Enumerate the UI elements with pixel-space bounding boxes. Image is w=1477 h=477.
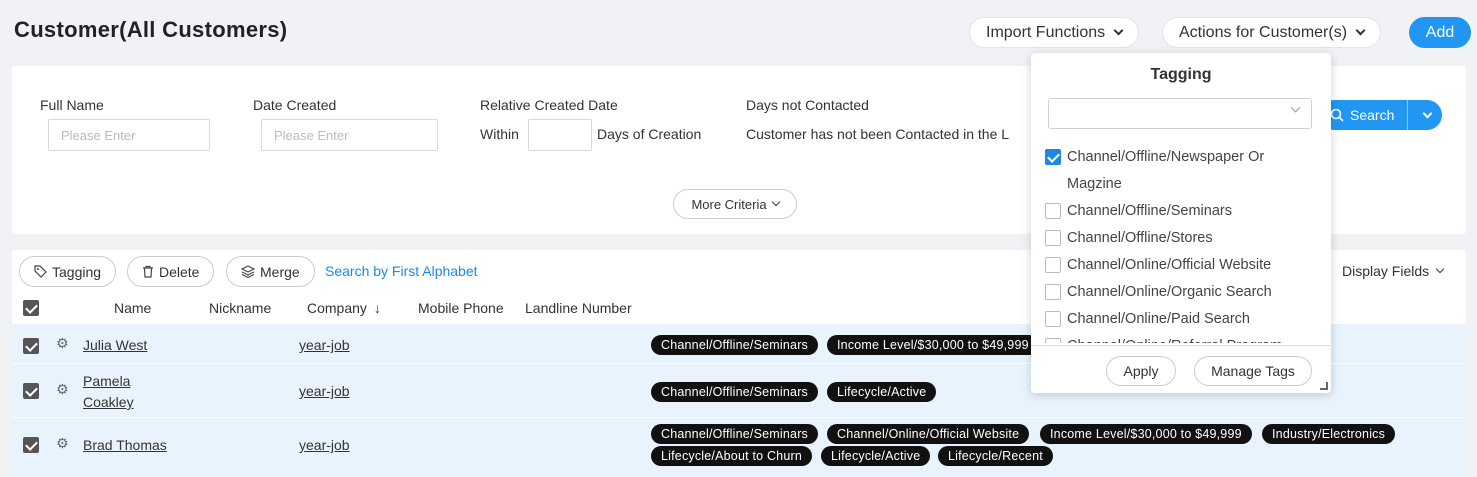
customer-name-link[interactable]: Julia West xyxy=(83,337,147,353)
chevron-down-icon xyxy=(1422,108,1432,118)
company-link[interactable]: year-job xyxy=(299,383,350,399)
tagging-label: Tagging xyxy=(52,263,102,280)
tagging-button[interactable]: Tagging xyxy=(19,256,117,287)
manage-tags-button[interactable]: Manage Tags xyxy=(1194,356,1312,386)
tag-option-checkbox[interactable] xyxy=(1045,284,1061,300)
tag-option-checkbox[interactable] xyxy=(1045,149,1061,165)
within-label: Within xyxy=(480,126,519,142)
search-by-first-alphabet-link[interactable]: Search by First Alphabet xyxy=(325,263,478,279)
tag-badge: Lifecycle/About to Churn xyxy=(651,446,812,466)
tag-option-checkbox[interactable] xyxy=(1045,203,1061,219)
row-checkbox[interactable] xyxy=(23,338,39,354)
relative-created-date-label: Relative Created Date xyxy=(480,97,618,113)
tag-option-label[interactable]: Channel/Offline/Newspaper Or xyxy=(1067,144,1264,171)
column-header-landline-number[interactable]: Landline Number xyxy=(525,300,632,316)
tag-badge: Income Level/$30,000 to $49,999 xyxy=(827,335,1039,355)
actions-for-customers-button[interactable]: Actions for Customer(s) xyxy=(1162,17,1382,48)
search-button[interactable]: Search xyxy=(1320,100,1442,130)
import-functions-button[interactable]: Import Functions xyxy=(969,17,1140,48)
trash-icon xyxy=(143,265,153,278)
gear-icon[interactable]: ⚙ xyxy=(56,435,69,452)
column-header-mobile-phone[interactable]: Mobile Phone xyxy=(418,300,504,316)
tag-options-list[interactable]: Channel/Offline/Newspaper Or Magzine Cha… xyxy=(1031,143,1331,343)
search-dropdown-toggle[interactable] xyxy=(1408,108,1442,118)
tag-option-label[interactable]: Channel/Online/Referral Program xyxy=(1067,333,1282,343)
page-title: Customer(All Customers) xyxy=(14,17,288,42)
tag-badge: Channel/Offline/Seminars xyxy=(651,335,819,355)
tag-option-label-continued[interactable]: Magzine xyxy=(1067,171,1122,198)
merge-button[interactable]: Merge xyxy=(226,256,315,287)
customer-name-link-continued[interactable]: Coakley xyxy=(83,394,134,410)
days-of-creation-label: Days of Creation xyxy=(597,126,702,142)
tag-badge: Channel/Online/Official Website xyxy=(827,424,1030,444)
merge-label: Merge xyxy=(260,263,300,280)
row-checkbox[interactable] xyxy=(23,383,39,399)
layers-icon xyxy=(241,265,255,278)
days-not-contacted-label: Days not Contacted xyxy=(746,97,869,113)
company-link[interactable]: year-job xyxy=(299,337,350,353)
column-header-nickname[interactable]: Nickname xyxy=(209,300,271,316)
full-name-label: Full Name xyxy=(40,97,104,113)
actions-for-customers-label: Actions for Customer(s) xyxy=(1179,23,1348,41)
tag-badge: Channel/Offline/Seminars xyxy=(651,424,819,444)
tag-badge: Lifecycle/Active xyxy=(827,382,937,402)
tagging-popover: Tagging Channel/Offline/Newspaper Or Mag… xyxy=(1031,53,1331,393)
chevron-down-icon xyxy=(771,197,780,207)
apply-button[interactable]: Apply xyxy=(1106,356,1176,386)
column-header-company[interactable]: Company xyxy=(307,300,367,316)
add-button[interactable]: Add xyxy=(1409,17,1471,48)
tag-option-checkbox[interactable] xyxy=(1045,338,1061,343)
more-criteria-label: More Criteria xyxy=(691,196,767,212)
search-label: Search xyxy=(1350,107,1395,123)
tagging-popover-footer: Apply Manage Tags xyxy=(1031,345,1331,393)
tagging-popover-title: Tagging xyxy=(1150,66,1212,83)
tag-badge: Channel/Offline/Seminars xyxy=(651,382,819,402)
tag-option-checkbox[interactable] xyxy=(1045,311,1061,327)
chevron-down-icon xyxy=(1355,25,1366,36)
chevron-down-icon xyxy=(1113,25,1124,36)
tag-option-checkbox[interactable] xyxy=(1045,257,1061,273)
full-name-input[interactable]: Please Enter xyxy=(48,119,210,151)
sort-arrow-icon[interactable]: ↓ xyxy=(374,300,381,316)
chevron-down-icon xyxy=(1290,102,1301,113)
tag-search-select[interactable] xyxy=(1048,98,1312,129)
company-link[interactable]: year-job xyxy=(299,437,350,453)
search-icon xyxy=(1330,108,1344,122)
import-functions-label: Import Functions xyxy=(986,23,1106,41)
customer-name-link[interactable]: Brad Thomas xyxy=(83,437,167,453)
more-criteria-button[interactable]: More Criteria xyxy=(673,189,797,219)
row-divider xyxy=(12,417,1466,418)
not-contacted-text: Customer has not been Contacted in the L xyxy=(746,126,1010,142)
tag-option-label[interactable]: Channel/Online/Official Website xyxy=(1067,252,1271,279)
within-days-input[interactable] xyxy=(528,119,592,151)
gear-icon[interactable]: ⚙ xyxy=(56,381,69,398)
customer-name-link[interactable]: Pamela xyxy=(83,373,130,389)
tag-option-label[interactable]: Channel/Online/Paid Search xyxy=(1067,306,1250,333)
tag-badge: Lifecycle/Active xyxy=(821,446,931,466)
date-created-input[interactable]: Please Enter xyxy=(261,119,438,151)
row-checkbox[interactable] xyxy=(23,437,39,453)
gear-icon[interactable]: ⚙ xyxy=(56,335,69,352)
select-all-checkbox[interactable] xyxy=(23,300,39,316)
chevron-down-icon xyxy=(1435,264,1445,274)
tag-option-label[interactable]: Channel/Online/Organic Search xyxy=(1067,279,1272,306)
resize-handle-icon[interactable] xyxy=(1320,382,1328,390)
tag-option-checkbox[interactable] xyxy=(1045,230,1061,246)
search-main-button[interactable]: Search xyxy=(1320,100,1408,130)
display-fields-button[interactable]: Display Fields xyxy=(1342,263,1445,279)
tag-option-label[interactable]: Channel/Offline/Stores xyxy=(1067,225,1213,252)
tag-icon xyxy=(34,265,47,278)
date-created-label: Date Created xyxy=(253,97,337,113)
tag-badge: Industry/Electronics xyxy=(1262,424,1396,444)
tag-badge: Income Level/$30,000 to $49,999 xyxy=(1040,424,1252,444)
delete-label: Delete xyxy=(159,263,200,280)
tag-option-label[interactable]: Channel/Offline/Seminars xyxy=(1067,198,1232,225)
delete-button[interactable]: Delete xyxy=(127,256,215,287)
display-fields-label: Display Fields xyxy=(1342,263,1430,279)
tag-badge: Lifecycle/Recent xyxy=(938,446,1053,466)
column-header-name[interactable]: Name xyxy=(114,300,151,316)
